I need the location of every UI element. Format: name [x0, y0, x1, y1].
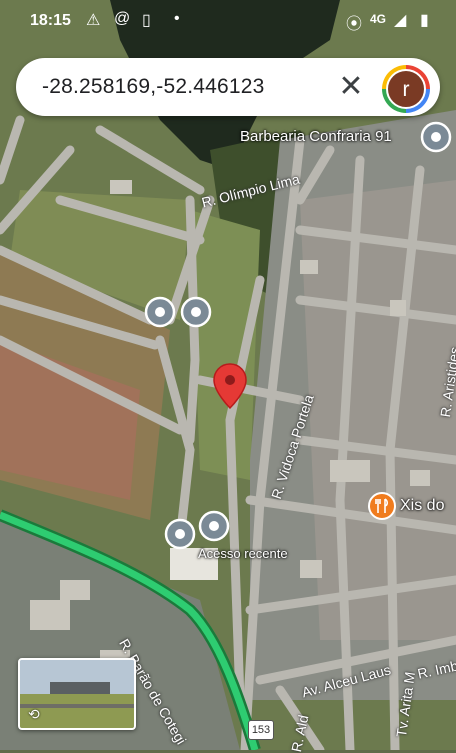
search-bar[interactable]: -28.258169,-52.446123 ✕ r — [16, 58, 440, 116]
close-icon[interactable]: ✕ — [334, 70, 368, 104]
location-icon: ⦿ — [346, 16, 363, 33]
street-view-360-icon: ⟲ — [28, 706, 40, 722]
place-label-xis[interactable]: Xis do — [400, 497, 444, 515]
place-label-barbearia[interactable]: Barbearia Confraria 91 — [240, 128, 392, 145]
avatar: r — [386, 69, 426, 109]
network-type: 4G — [370, 12, 387, 26]
place-label-acesso-recente[interactable]: Acesso recente — [198, 546, 288, 561]
account-avatar-button[interactable]: r — [382, 65, 430, 113]
poi-marker-barbearia[interactable] — [420, 121, 452, 153]
dot-icon: • — [174, 10, 180, 27]
phone-app-icon: ▯ — [142, 12, 151, 29]
status-time: 18:15 — [30, 12, 71, 29]
poi-marker[interactable] — [144, 296, 176, 328]
dropped-pin-icon[interactable] — [212, 362, 248, 412]
street-view-thumbnail[interactable]: ⟲ — [18, 658, 136, 730]
threads-icon: @ — [114, 10, 131, 27]
search-query[interactable]: -28.258169,-52.446123 — [42, 75, 265, 99]
poi-marker[interactable] — [180, 296, 212, 328]
signal-icon: ◢ — [394, 12, 407, 29]
battery-icon: ▮ — [420, 12, 429, 29]
alert-icon: ⚠ — [86, 12, 101, 29]
status-bar: 18:15 ⚠ @ ▯ • ⦿ 4G ◢ ▮ — [0, 0, 456, 44]
poi-marker[interactable] — [198, 510, 230, 542]
restaurant-icon[interactable] — [368, 492, 396, 520]
highway-shield: 153 — [248, 720, 274, 740]
poi-marker[interactable] — [164, 518, 196, 550]
